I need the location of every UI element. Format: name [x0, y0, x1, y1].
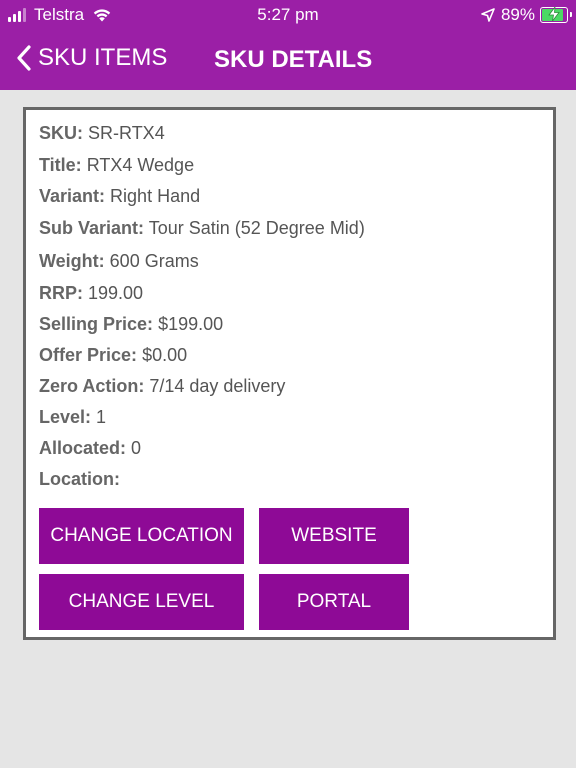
back-button-label: SKU ITEMS — [38, 44, 168, 71]
change-level-button[interactable]: CHANGE LEVEL — [39, 574, 244, 630]
change-location-button[interactable]: CHANGE LOCATION — [39, 508, 244, 564]
field-label: Selling Price: — [39, 314, 154, 334]
field-label: Variant: — [39, 186, 106, 206]
sku-details-card: SKU: SR-RTX4 Title: RTX4 Wedge Variant: … — [23, 107, 556, 640]
field-label: Title: — [39, 155, 82, 175]
field-label: Allocated: — [39, 438, 127, 458]
battery-charging-icon — [540, 7, 572, 23]
field-value: Tour Satin (52 Degree Mid) — [148, 218, 365, 238]
status-bar: Telstra 5:27 pm 89% — [0, 0, 576, 30]
chevron-left-icon — [17, 45, 31, 71]
page-title: SKU DETAILS — [214, 46, 373, 73]
field-value: 199.00 — [88, 283, 144, 303]
field-rrp: RRP: 199.00 — [39, 283, 365, 314]
field-value: Right Hand — [110, 186, 201, 206]
field-offer-price: Offer Price: $0.00 — [39, 345, 365, 376]
nav-bar: SKU ITEMS SKU DETAILS — [0, 38, 576, 82]
field-zero-action: Zero Action: 7/14 day delivery — [39, 376, 365, 407]
website-button[interactable]: WEBSITE — [259, 508, 409, 564]
field-level: Level: 1 — [39, 407, 365, 438]
field-value: SR-RTX4 — [88, 123, 165, 143]
field-value: $199.00 — [158, 314, 224, 334]
field-label: Location: — [39, 469, 120, 489]
field-value: 1 — [96, 407, 107, 427]
field-label: Level: — [39, 407, 92, 427]
field-label: Zero Action: — [39, 376, 145, 396]
field-sub-variant: Sub Variant: Tour Satin (52 Degree Mid) — [39, 218, 365, 251]
field-title: Title: RTX4 Wedge — [39, 155, 365, 186]
field-label: Offer Price: — [39, 345, 138, 365]
field-value: 600 Grams — [109, 251, 199, 271]
sku-field-list: SKU: SR-RTX4 Title: RTX4 Wedge Variant: … — [39, 123, 365, 500]
field-selling-price: Selling Price: $199.00 — [39, 314, 365, 345]
field-location: Location: — [39, 469, 365, 500]
app-header: Telstra 5:27 pm 89% SKU ITEMS SKU DETAIL… — [0, 0, 576, 90]
status-right: 89% — [481, 5, 572, 25]
battery-percent: 89% — [500, 5, 535, 24]
portal-button[interactable]: PORTAL — [259, 574, 409, 630]
field-allocated: Allocated: 0 — [39, 438, 365, 469]
field-label: Sub Variant: — [39, 218, 145, 238]
field-label: SKU: — [39, 123, 83, 143]
field-value: 0 — [131, 438, 142, 458]
field-sku: SKU: SR-RTX4 — [39, 123, 365, 155]
field-variant: Variant: Right Hand — [39, 186, 365, 218]
field-value: 7/14 day delivery — [149, 376, 286, 396]
location-arrow-icon — [481, 8, 495, 22]
field-label: RRP: — [39, 283, 83, 303]
back-button[interactable]: SKU ITEMS — [16, 44, 167, 72]
field-weight: Weight: 600 Grams — [39, 251, 365, 283]
field-value: $0.00 — [142, 345, 188, 365]
field-label: Weight: — [39, 251, 105, 271]
field-value: RTX4 Wedge — [86, 155, 195, 175]
